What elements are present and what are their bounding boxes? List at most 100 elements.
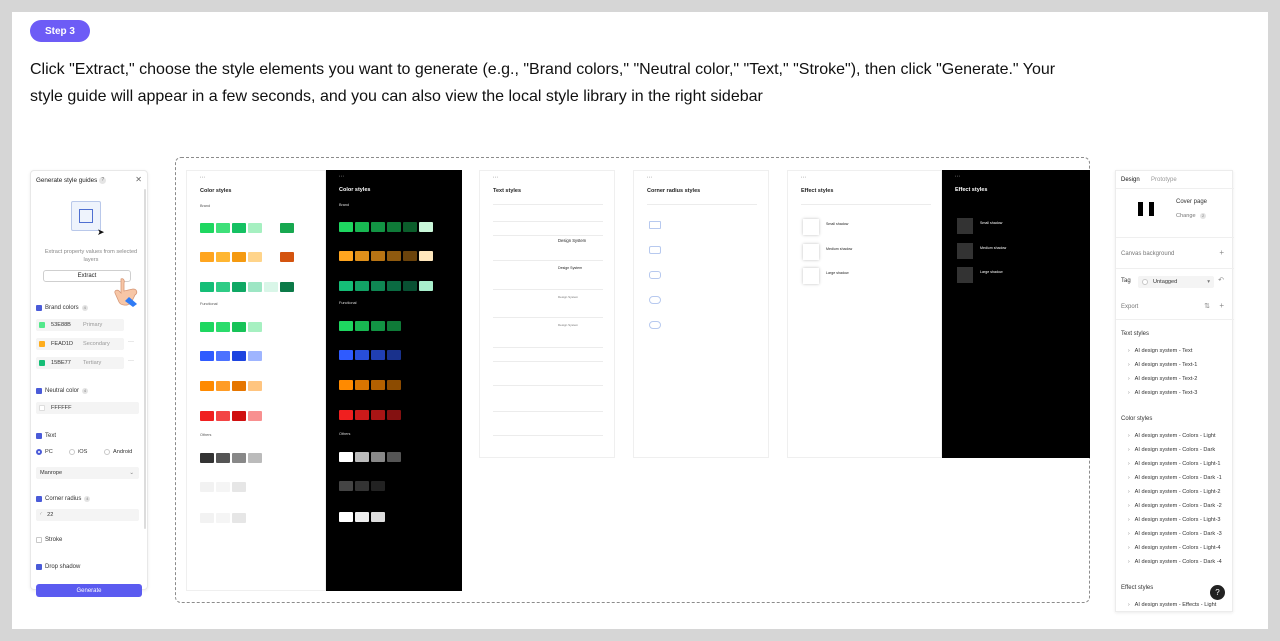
instruction-text: Click "Extract," choose the style elemen… (30, 61, 1056, 105)
canvas-area[interactable]: ▪ ▪ ▪ Color styles Brand Functional Othe… (175, 157, 1090, 603)
cover-page-label: Cover page (1176, 199, 1208, 205)
style-item[interactable]: › AI design system - Colors - Light-4 (1128, 545, 1220, 551)
color-swatch (39, 360, 45, 366)
scrollbar[interactable] (144, 189, 146, 529)
neutral-color-row[interactable]: FFFFFF (36, 402, 139, 414)
effect-name: Small shadow (826, 222, 849, 226)
pointing-hand-icon (114, 278, 138, 307)
effect-name: Large shadow (826, 271, 849, 275)
generate-button[interactable]: Generate (36, 584, 142, 597)
text-sample: Design System (558, 323, 579, 327)
style-item[interactable]: › AI design system - Colors - Dark -2 (1128, 503, 1222, 509)
color-role: Secondary (83, 341, 110, 347)
effect-styles-dark-frame[interactable]: ▪ ▪ ▪ Effect styles Small shadow Medium … (942, 170, 1090, 458)
radio-ios[interactable]: iOS (69, 449, 87, 455)
more-icon[interactable]: ··· (128, 358, 134, 364)
frame-crumb: ▪ ▪ ▪ (955, 174, 960, 178)
text-styles-heading: Text styles (1121, 331, 1150, 337)
swatch-row (200, 482, 248, 492)
color-hex: 53E88B (51, 322, 71, 328)
style-item[interactable]: › AI design system - Colors - Dark -1 (1128, 475, 1222, 481)
caret-icon: › (1128, 376, 1130, 382)
tag-value: Untagged (1153, 279, 1178, 285)
undo-icon[interactable]: ↶ (1218, 276, 1224, 284)
shadow-sample (803, 219, 819, 235)
caret-icon: › (1128, 602, 1130, 608)
color-styles-dark-frame[interactable]: ▪ ▪ ▪ Color styles Brand Functional Othe… (326, 170, 462, 591)
corner-radius-styles-frame[interactable]: ▪ ▪ ▪ Corner radius styles (633, 170, 769, 458)
swatch-row (339, 452, 403, 462)
frame-title: Corner radius styles (647, 188, 701, 194)
cover-thumbnail[interactable] (1126, 199, 1168, 221)
font-value: Manrope (40, 470, 63, 476)
panel-title-text: Generate style guides (36, 177, 98, 185)
add-icon[interactable]: + (1219, 248, 1224, 257)
frame-title: Effect styles (955, 187, 988, 193)
style-item[interactable]: › AI design system - Text (1128, 348, 1192, 354)
step-badge: Step 3 (30, 20, 90, 42)
color-swatch (39, 405, 45, 411)
frame-crumb: ▪ ▪ ▪ (200, 175, 205, 179)
style-name: AI design system - Text-1 (1134, 362, 1198, 368)
font-select[interactable]: Manrope ⌄ (36, 467, 139, 479)
settings-icon[interactable]: ⇅ (1204, 302, 1210, 310)
chevron-down-icon: ⌄ (129, 470, 134, 476)
radio-pc[interactable]: PC (36, 449, 53, 455)
export-label: Export (1121, 304, 1139, 310)
add-icon[interactable]: + (1219, 301, 1224, 310)
brand-color-row[interactable]: 53E88B Primary (36, 319, 124, 331)
neutral-color-checkbox[interactable]: Neutral color 4 (36, 388, 89, 394)
more-icon[interactable]: ··· (128, 339, 134, 345)
corner-sample (649, 246, 661, 254)
tag-select[interactable]: Untagged ▾ (1138, 276, 1214, 288)
tag-label: Tag (1121, 278, 1131, 284)
color-hex: FEAD1D (51, 341, 74, 347)
style-item[interactable]: › AI design system - Text-1 (1128, 362, 1197, 368)
effect-name: Medium shadow (826, 247, 853, 251)
text-checkbox[interactable]: Text (36, 433, 56, 439)
info-icon[interactable]: ? (99, 177, 107, 184)
effect-styles-light-frame[interactable]: ▪ ▪ ▪ Effect styles Small shadow Medium … (787, 170, 942, 458)
close-icon[interactable]: ✕ (135, 175, 142, 184)
caret-icon: › (1128, 348, 1130, 354)
effect-styles-heading: Effect styles (1121, 585, 1154, 591)
brand-count: 4 (81, 305, 88, 311)
radio-android[interactable]: Android (104, 449, 132, 455)
style-name: AI design system - Effects - Light (1134, 602, 1217, 608)
style-item[interactable]: › AI design system - Colors - Light-3 (1128, 517, 1220, 523)
help-button[interactable]: ? (1210, 585, 1225, 600)
tab-prototype[interactable]: Prototype (1151, 177, 1177, 183)
color-role: Tertiary (83, 360, 102, 366)
text-styles-frame[interactable]: ▪ ▪ ▪ Text styles Design System Design S… (479, 170, 615, 458)
style-item[interactable]: › AI design system - Colors - Dark (1128, 447, 1215, 453)
caret-icon: › (1128, 390, 1130, 396)
brand-color-row[interactable]: 15BE77 Tertiary (36, 357, 124, 369)
text-sample: Design System (558, 266, 583, 270)
text-sample: Design System (558, 238, 587, 243)
style-name: AI design system - Colors - Light (1134, 433, 1216, 439)
style-name: AI design system - Colors - Light-4 (1134, 545, 1221, 551)
brand-color-row[interactable]: FEAD1D Secondary (36, 338, 124, 350)
tab-design[interactable]: Design (1121, 177, 1140, 183)
style-item[interactable]: › AI design system - Colors - Light (1128, 433, 1216, 439)
corner-radius-input[interactable]: ◜ 22 (36, 509, 139, 521)
style-item[interactable]: › AI design system - Colors - Dark -4 (1128, 559, 1222, 565)
stroke-checkbox[interactable]: Stroke (36, 537, 62, 543)
corner-radius-checkbox[interactable]: Corner radius 4 (36, 496, 91, 502)
style-item[interactable]: › AI design system - Text-3 (1128, 390, 1197, 396)
style-item[interactable]: › AI design system - Effects - Light (1128, 602, 1216, 608)
drop-shadow-label: Drop shadow (45, 564, 81, 570)
caret-icon: › (1128, 517, 1130, 523)
frame-title: Effect styles (801, 188, 834, 194)
style-item[interactable]: › AI design system - Colors - Dark -3 (1128, 531, 1222, 537)
style-item[interactable]: › AI design system - Colors - Light-2 (1128, 489, 1220, 495)
style-item[interactable]: › AI design system - Colors - Light-1 (1128, 461, 1220, 467)
effect-name: Small shadow (980, 221, 1003, 225)
brand-colors-checkbox[interactable]: Brand colors 4 (36, 305, 88, 311)
change-link[interactable]: Change 2 (1176, 213, 1207, 219)
style-item[interactable]: › AI design system - Text-2 (1128, 376, 1197, 382)
drop-shadow-checkbox[interactable]: Drop shadow (36, 564, 80, 570)
generate-style-guides-panel: Generate style guides? ✕ ➤ Extract prope… (30, 170, 148, 597)
color-swatch (39, 341, 45, 347)
color-styles-light-frame[interactable]: ▪ ▪ ▪ Color styles Brand Functional Othe… (186, 170, 326, 591)
